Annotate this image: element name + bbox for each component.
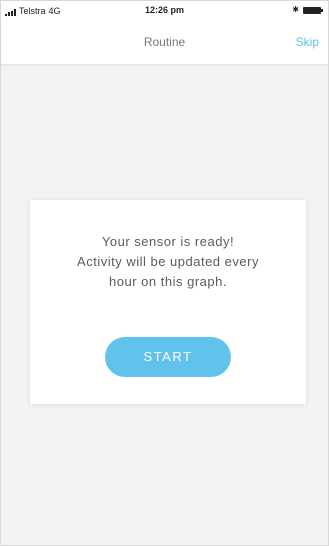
status-time: 12:26 pm xyxy=(144,5,185,15)
status-bar: Telstra 4G 12:26 pm ✱ xyxy=(0,0,329,22)
message-line-2: Activity will be updated every xyxy=(77,254,259,269)
page-title: Routine xyxy=(143,35,186,49)
message-line-3: hour on this graph. xyxy=(109,274,227,289)
skip-button[interactable]: Skip xyxy=(296,35,319,49)
sensor-ready-card: Your sensor is ready! Activity will be u… xyxy=(30,200,306,404)
start-button[interactable]: START xyxy=(105,337,231,377)
nav-bar: Routine Skip xyxy=(0,22,329,65)
battery-icon xyxy=(303,6,323,14)
message-line-1: Your sensor is ready! xyxy=(101,234,235,249)
bluetooth-icon: ✱ xyxy=(292,5,299,14)
status-right: ✱ xyxy=(292,5,323,14)
card-message: Your sensor is ready! Activity will be u… xyxy=(30,232,306,292)
